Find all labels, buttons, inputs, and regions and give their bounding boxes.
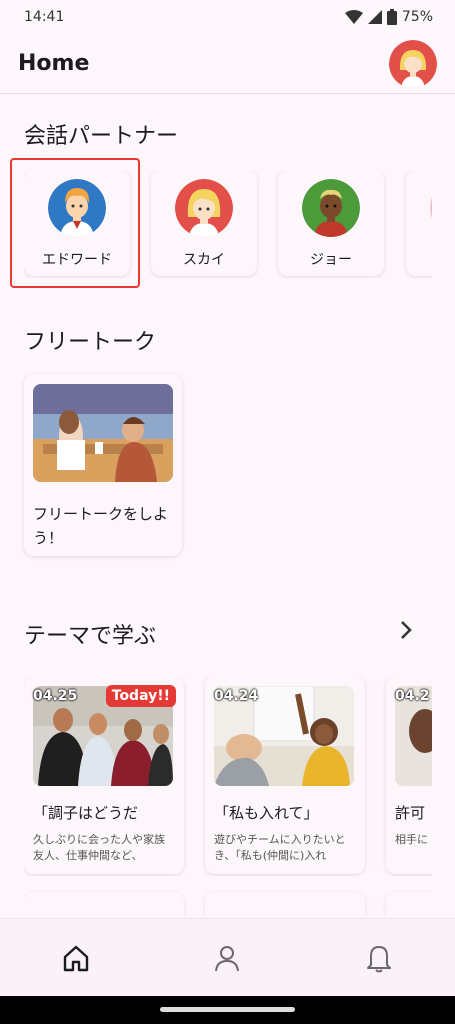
joe-avatar-icon: [302, 179, 360, 237]
sky-avatar-icon: [175, 179, 233, 237]
theme-date: 04.25: [33, 688, 78, 704]
partner-name: スカイ: [183, 252, 225, 268]
profile-icon: [215, 945, 240, 971]
partner-list: エドワード スカイ ジョー: [24, 170, 432, 278]
gesture-bar: [0, 996, 455, 1024]
theme-card[interactable]: 04.24 「私も入れて」 遊びやチームに入りたいとき、「私も(仲間に)入れ: [205, 676, 365, 874]
theme-list-next-row: [24, 886, 432, 916]
nav-notifications[interactable]: [349, 928, 409, 988]
theme-description: 遊びやチームに入りたいとき、「私も(仲間に)入れ: [214, 833, 346, 862]
battery-percent: 75%: [401, 9, 433, 25]
free-talk-image: [33, 384, 173, 482]
nav-profile[interactable]: [197, 928, 257, 988]
free-talk-card[interactable]: フリートークをしよう！: [24, 374, 182, 556]
free-talk-label: フリートークをしよう！: [33, 505, 169, 547]
partner-card-edward[interactable]: エドワード: [24, 170, 130, 276]
nav-home[interactable]: [46, 928, 106, 988]
home-icon: [63, 945, 89, 971]
edward-avatar-icon: [48, 179, 106, 237]
partner-card-sky[interactable]: スカイ: [151, 170, 257, 276]
status-time: 14:41: [24, 9, 65, 25]
theme-card[interactable]: [386, 892, 432, 916]
theme-list: 04.25 Today!! 「調子はどうだ 久しぶりに会った人や家族友人、仕事仲…: [24, 676, 432, 876]
chevron-right-icon[interactable]: [394, 618, 418, 642]
free-talk-section-title: フリートーク: [24, 330, 157, 355]
partner-name: エドワード: [42, 252, 112, 268]
wifi-icon: [344, 10, 363, 24]
gesture-handle[interactable]: [160, 1007, 295, 1012]
status-bar: 14:41 75%: [0, 0, 455, 34]
theme-title: 許可: [395, 804, 426, 822]
today-badge: Today!!: [105, 685, 176, 707]
app-bar: Home: [0, 34, 455, 94]
bottom-nav: [0, 918, 455, 996]
partner-card-more[interactable]: [406, 170, 432, 276]
partner-card-joe[interactable]: ジョー: [278, 170, 384, 276]
theme-card[interactable]: 04.2 許可 相手に は、“(: [386, 676, 432, 874]
partner-name: ジョー: [310, 252, 352, 268]
theme-description: 相手に は、“(: [395, 833, 432, 846]
theme-date: 04.2: [395, 688, 430, 704]
themes-section-title: テーマで学ぶ: [24, 624, 157, 649]
user-avatar-female-icon[interactable]: [389, 39, 437, 88]
theme-title: 「私も入れて」: [214, 804, 319, 822]
signal-icon: [367, 10, 382, 24]
theme-description: 久しぶりに会った人や家族友人、仕事仲間など、: [33, 833, 165, 862]
partners-section-title: 会話パートナー: [24, 124, 179, 149]
partner-avatar-icon: [430, 179, 432, 237]
theme-card[interactable]: [24, 892, 184, 916]
status-icons: 75%: [344, 9, 433, 25]
battery-icon: [386, 9, 397, 25]
theme-card[interactable]: 04.25 Today!! 「調子はどうだ 久しぶりに会った人や家族友人、仕事仲…: [24, 676, 184, 874]
theme-card[interactable]: [205, 892, 365, 916]
page-title: Home: [18, 51, 90, 76]
bell-icon: [367, 945, 392, 972]
theme-title: 「調子はどうだ: [33, 804, 139, 822]
theme-date: 04.24: [214, 688, 259, 704]
